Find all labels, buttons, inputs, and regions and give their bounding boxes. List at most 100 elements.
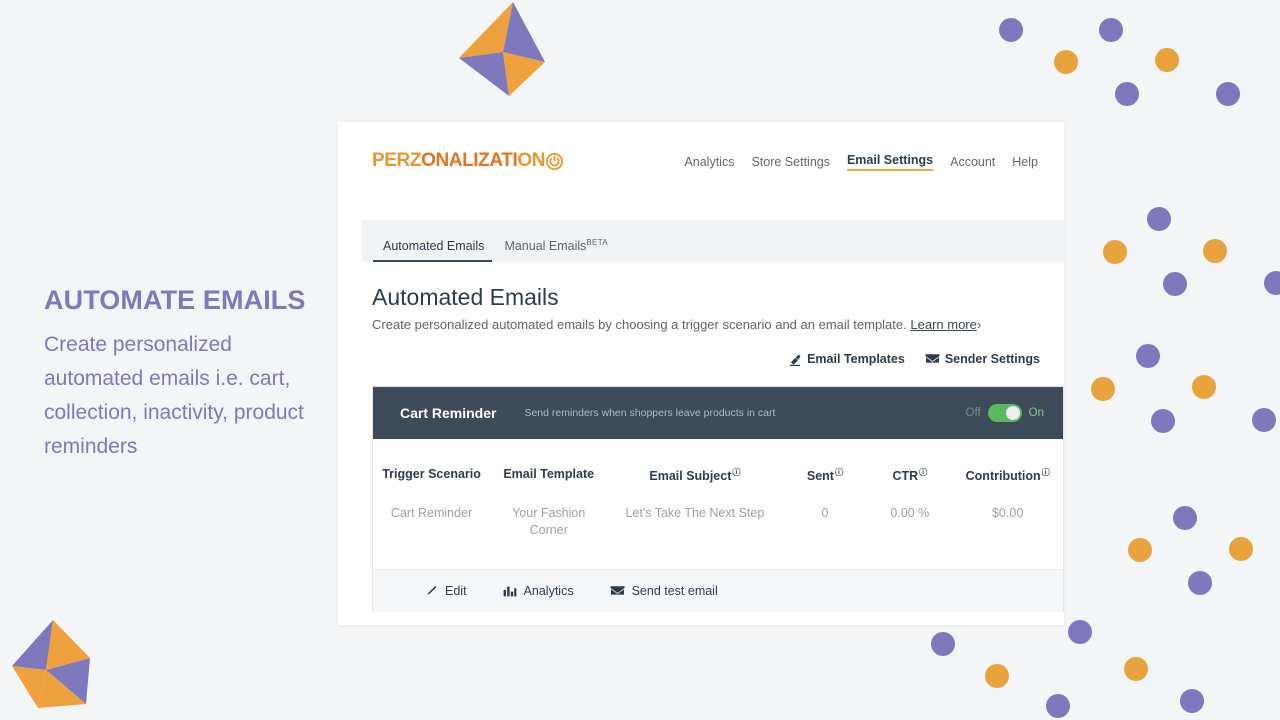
app-window: PERZ ONALIZATI ON Analytics Store Settings E…: [338, 122, 1064, 625]
tab-label: Automated Emails: [383, 239, 485, 253]
decorative-dot: [1252, 408, 1276, 432]
decorative-dot: [1229, 537, 1253, 561]
toggle-off-label: Off: [965, 407, 981, 419]
analytics-button[interactable]: Analytics: [503, 584, 574, 598]
th-ctr: CTRⓘ: [867, 439, 952, 489]
app-logo[interactable]: PERZ ONALIZATI ON: [372, 150, 564, 172]
table-header-row: Trigger Scenario Email Template Email Su…: [373, 439, 1063, 489]
tab-automated-emails[interactable]: Automated Emails: [373, 239, 494, 262]
edit-label: Edit: [445, 583, 467, 598]
tab-beta-badge: BETA: [586, 237, 608, 247]
analytics-label: Analytics: [523, 583, 574, 598]
decorative-dot: [1180, 689, 1204, 713]
cell-trigger-scenario: Cart Reminder: [390, 506, 473, 521]
decorative-dot: [1264, 271, 1280, 295]
page-content: Automated Emails Create personalized aut…: [338, 262, 1064, 332]
th-trigger-scenario: Trigger Scenario: [373, 439, 490, 489]
th-email-template: Email Template: [490, 439, 607, 489]
decorative-dot: [1068, 620, 1092, 644]
th-label: CTR: [892, 469, 919, 484]
page-subtitle-text: Create personalized automated emails by …: [372, 317, 907, 332]
page-subtitle: Create personalized automated emails by …: [372, 317, 1064, 332]
chevron-right-icon[interactable]: ›: [977, 317, 981, 332]
help-circle-icon[interactable]: ⓘ: [1042, 468, 1050, 477]
decorative-dot: [1163, 272, 1187, 296]
logo-text-primary: PERZ: [372, 150, 422, 171]
send-test-email-button[interactable]: Send test email: [610, 584, 718, 598]
card-footer: Edit Analytics Send test email: [373, 568, 1063, 612]
help-circle-icon[interactable]: ⓘ: [919, 468, 927, 477]
nav-item-email-settings[interactable]: Email Settings: [846, 153, 934, 171]
app-header: PERZ ONALIZATI ON Analytics Store Settings E…: [338, 122, 1064, 184]
power-icon: [546, 152, 564, 170]
nav-item-help[interactable]: Help: [1012, 155, 1038, 169]
promo-block: AUTOMATE EMAILS Create personalized auto…: [44, 283, 324, 464]
cell-sent: 0: [821, 506, 829, 521]
help-circle-icon[interactable]: ⓘ: [835, 468, 843, 477]
email-table: Trigger Scenario Email Template Email Su…: [373, 439, 1063, 569]
nav-item-analytics[interactable]: Analytics: [684, 155, 734, 169]
enable-toggle[interactable]: Off On: [966, 404, 1044, 422]
decorative-dot: [1099, 18, 1123, 42]
card-title: Cart Reminder: [400, 405, 497, 421]
cell-contribution: $0.00: [991, 506, 1024, 521]
th-label: Sent: [806, 469, 834, 484]
logo-text-tertiary: ON: [517, 150, 546, 171]
tab-manual-emails[interactable]: Manual EmailsBETA: [494, 238, 618, 262]
learn-more-link[interactable]: Learn more: [910, 317, 976, 332]
th-label: Email Template: [503, 467, 595, 481]
decorative-dot: [1046, 694, 1070, 718]
nav-item-account[interactable]: Account: [950, 155, 995, 169]
th-label: Email Subject: [649, 469, 732, 484]
card-header: Cart Reminder Send reminders when shoppe…: [373, 387, 1063, 439]
th-label: Contribution: [965, 469, 1041, 484]
cell-ctr: 0.00 %: [890, 506, 930, 521]
cell-email-template: Your Fashion Corner: [512, 506, 586, 538]
pencil-icon: [425, 584, 438, 597]
decorative-dot: [1054, 50, 1078, 74]
tab-label: Manual Emails: [504, 239, 587, 253]
decorative-dot: [1136, 344, 1160, 368]
edit-button[interactable]: Edit: [425, 584, 467, 598]
quick-links: Email Templates Sender Settings: [338, 352, 1040, 366]
decorative-dot: [1173, 506, 1197, 530]
decorative-dot: [1216, 82, 1240, 106]
toggle-switch[interactable]: [987, 404, 1022, 422]
template-icon: [789, 353, 802, 366]
decorative-dot: [1128, 538, 1152, 562]
logo-text-secondary: ONALIZATI: [421, 150, 518, 171]
toggle-on-label: On: [1028, 407, 1044, 419]
table-row: Cart Reminder Your Fashion Corner Let's …: [373, 489, 1063, 569]
envelope-icon: [925, 353, 940, 365]
decorative-dot: [1091, 377, 1115, 401]
th-sent: Sentⓘ: [782, 439, 867, 489]
th-label: Trigger Scenario: [382, 467, 481, 481]
th-contribution: Contributionⓘ: [952, 439, 1063, 489]
top-navigation: Analytics Store Settings Email Settings Acc…: [684, 151, 1038, 171]
sender-settings-link[interactable]: Sender Settings: [925, 352, 1040, 366]
decorative-dot: [999, 18, 1023, 42]
decorative-dot: [1115, 82, 1139, 106]
page-title: Automated Emails: [372, 284, 559, 310]
envelope-icon: [610, 585, 625, 597]
decorative-dot: [1147, 207, 1171, 231]
nav-item-store-settings[interactable]: Store Settings: [751, 155, 830, 169]
tab-strip: Automated Emails Manual EmailsBETA: [362, 220, 1064, 262]
promo-title: AUTOMATE EMAILS: [44, 285, 306, 315]
sender-settings-label: Sender Settings: [944, 352, 1040, 366]
promo-body: Create personalized automated emails i.e…: [44, 332, 304, 458]
send-test-email-label: Send test email: [631, 583, 718, 598]
help-circle-icon[interactable]: ⓘ: [732, 468, 740, 477]
email-templates-label: Email Templates: [807, 352, 905, 366]
cell-email-subject: Let's Take The Next Step: [625, 506, 765, 521]
email-templates-link[interactable]: Email Templates: [789, 352, 905, 366]
th-email-subject: Email Subjectⓘ: [607, 439, 782, 489]
tetrahedron-logo-bottom: [12, 620, 90, 708]
decorative-dot: [1155, 48, 1179, 72]
decorative-dot: [985, 664, 1009, 688]
decorative-dot: [1103, 240, 1127, 264]
automation-card: Cart Reminder Send reminders when shoppe…: [372, 386, 1064, 612]
card-description: Send reminders when shoppers leave produ…: [524, 407, 776, 419]
decorative-dot: [1203, 239, 1227, 263]
decorative-dot: [1124, 657, 1148, 681]
